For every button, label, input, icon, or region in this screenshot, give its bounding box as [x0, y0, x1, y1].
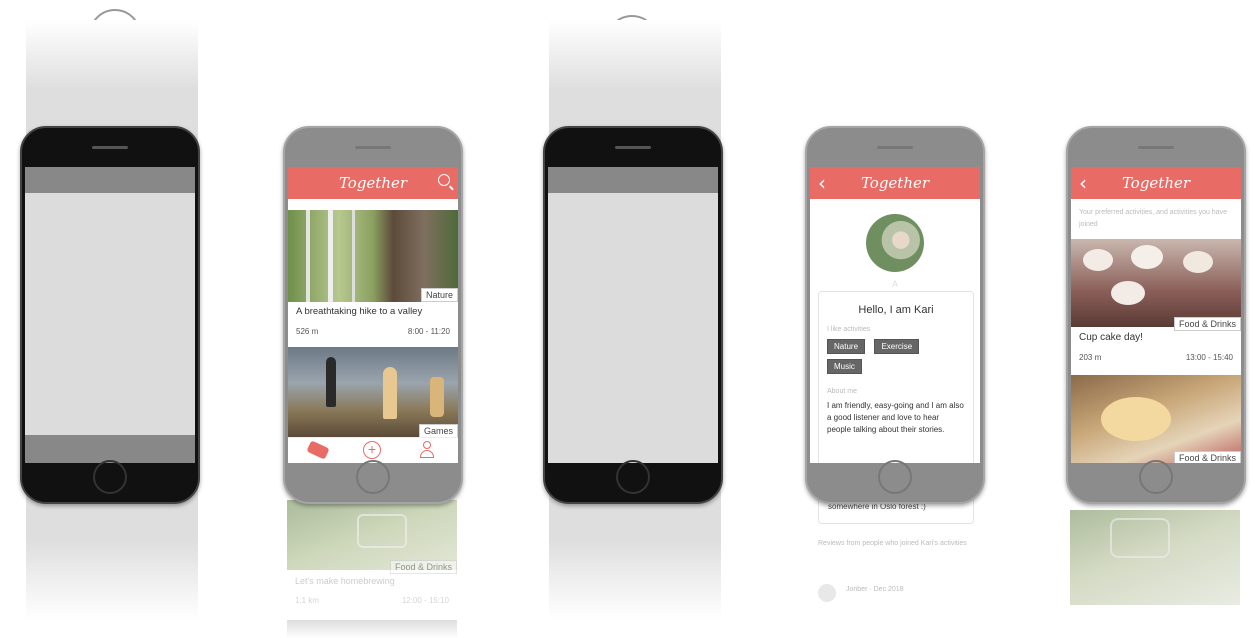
category-tag: Food & Drinks — [1173, 451, 1241, 463]
homebrew-photo — [1070, 510, 1240, 605]
about-text: I am friendly, easy-going and I am also … — [827, 401, 964, 434]
chip-exercise[interactable]: Exercise — [874, 339, 920, 354]
speaker — [877, 146, 913, 149]
nav-placeholder — [25, 435, 195, 463]
app-title: Together — [1121, 174, 1191, 192]
speaker — [92, 146, 128, 149]
glass-shape — [1110, 518, 1170, 558]
category-tag: Food & Drinks — [1173, 317, 1241, 331]
feed-screen: Together Nature A breathtaking hike to a… — [288, 167, 458, 463]
app-header: Together — [288, 167, 458, 199]
profile-greeting: Hello, I am Kari — [858, 304, 934, 316]
person-head — [423, 441, 431, 449]
phone-feed: Together Nature A breathtaking hike to a… — [283, 126, 463, 504]
search-icon[interactable] — [438, 174, 450, 186]
activity-time: 13:00 - 15:40 — [1185, 353, 1233, 362]
reviewer-avatar — [818, 584, 836, 602]
cupcake-frosting — [1131, 245, 1163, 269]
category-tag: Games — [418, 424, 458, 438]
phone-profile: ‹ Together A Hello, I am Kari I like act… — [805, 126, 985, 504]
pastry-photo — [1071, 375, 1241, 463]
cupcake-frosting — [1183, 251, 1213, 273]
plus-circle-icon[interactable]: + — [363, 441, 381, 459]
status-placeholder — [548, 167, 718, 193]
chess-piece — [326, 357, 336, 407]
activity-title[interactable]: A breathtaking hike to a valley — [296, 306, 422, 317]
home-button[interactable] — [878, 460, 912, 494]
status-placeholder — [25, 167, 195, 193]
feed-overflow: Food & Drinks Let's make homebrewing 1.1… — [287, 500, 457, 638]
chess-piece — [383, 367, 397, 419]
person-icon[interactable] — [420, 441, 434, 459]
activities-screen: ‹ Together Your preferred activities, an… — [1071, 167, 1241, 463]
profile-screen: ‹ Together A Hello, I am Kari I like act… — [810, 167, 980, 463]
review-meta: Jonber · Dec 2018 — [846, 586, 904, 593]
activities-overflow — [1070, 510, 1240, 605]
content-placeholder — [25, 193, 195, 435]
phone-activities: ‹ Together Your preferred activities, an… — [1066, 126, 1246, 504]
speaker — [355, 146, 391, 149]
cupcake-frosting — [1083, 249, 1113, 271]
activity-time: 8:00 - 11:20 — [407, 327, 450, 336]
activity-distance: 526 m — [296, 327, 319, 336]
activities-intro: Your preferred activities, and activitie… — [1079, 209, 1227, 228]
activity-chips: Nature Exercise Music — [827, 336, 957, 376]
home-button[interactable] — [93, 460, 127, 494]
blank-screen — [25, 167, 195, 463]
next-card-edge — [287, 620, 457, 638]
chip-nature[interactable]: Nature — [827, 339, 866, 354]
profile-card: Hello, I am Kari I like activities Natur… — [818, 291, 974, 463]
app-header: ‹ Together — [1071, 167, 1241, 199]
handshake-icon[interactable] — [306, 440, 330, 460]
person-body — [420, 450, 434, 458]
chess-piece — [430, 377, 444, 417]
activity-title[interactable]: Cup cake day! — [1079, 332, 1143, 343]
cupcake-photo — [1071, 239, 1241, 327]
profile-overflow: somewhere in Oslo forest :) Reviews from… — [812, 496, 982, 616]
reviews-label: Reviews from people who joined Kari's ac… — [818, 540, 967, 547]
back-arrow-icon[interactable]: ‹ — [1079, 171, 1087, 195]
app-title: Together — [860, 174, 930, 192]
home-button[interactable] — [1139, 460, 1173, 494]
phone-blank-1 — [20, 126, 200, 504]
about-label: About me — [827, 388, 857, 395]
phone-blank-2 — [543, 126, 723, 504]
birch-trunk — [306, 210, 310, 302]
pastry-plate — [1101, 397, 1171, 441]
activity-distance: 203 m — [1079, 353, 1102, 362]
speaker — [1138, 146, 1174, 149]
avatar — [866, 214, 924, 272]
category-tag: Food & Drinks — [389, 560, 457, 574]
speaker — [615, 146, 651, 149]
home-button[interactable] — [356, 460, 390, 494]
activity-distance: 1.1 km — [295, 596, 320, 605]
content-placeholder — [548, 193, 718, 463]
glass-shape — [357, 514, 407, 548]
app-title: Together — [338, 174, 408, 192]
home-button[interactable] — [616, 460, 650, 494]
app-header: ‹ Together — [810, 167, 980, 199]
chip-music[interactable]: Music — [827, 359, 862, 374]
avatar-initial: A — [892, 279, 899, 289]
back-arrow-icon[interactable]: ‹ — [818, 171, 826, 195]
category-tag: Nature — [420, 288, 458, 302]
cupcake-frosting — [1111, 281, 1145, 305]
likes-label: I like activities — [827, 326, 871, 333]
activity-title: Let's make homebrewing — [295, 576, 395, 586]
birch-trunk — [352, 210, 355, 302]
blank-screen — [548, 167, 718, 463]
activity-time: 12:00 - 15:10 — [401, 596, 449, 605]
birch-trunk — [328, 210, 333, 302]
